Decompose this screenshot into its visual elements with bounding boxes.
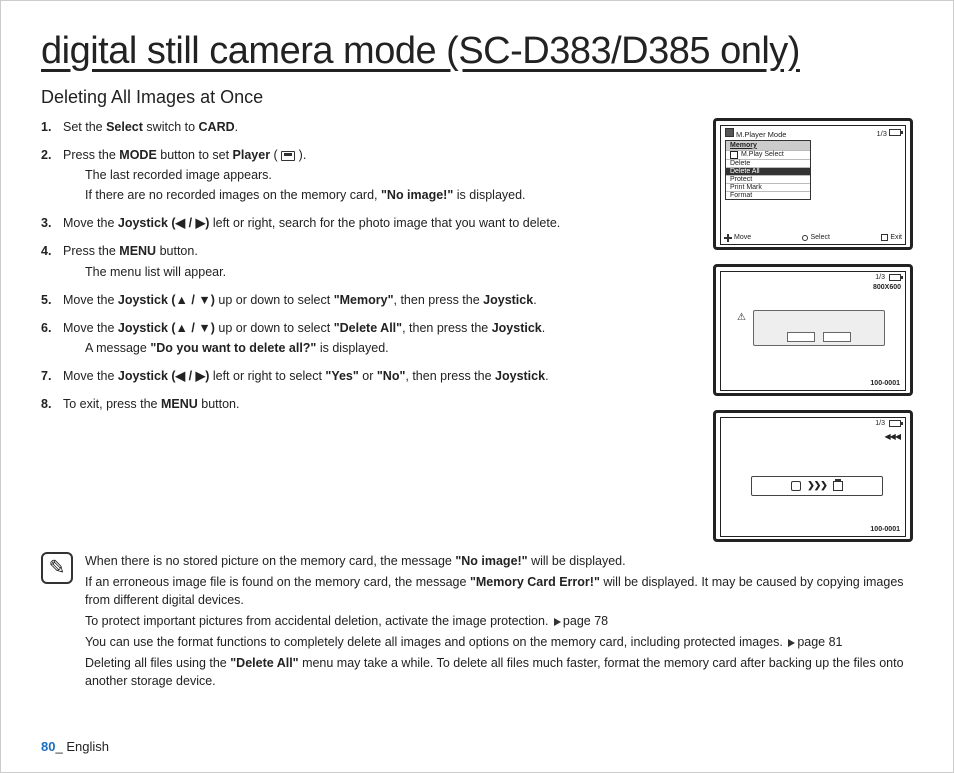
steps-list: Set the Select switch to CARD. Press the… (41, 118, 695, 414)
note-3: To protect important pictures from accid… (85, 612, 913, 631)
step-8: To exit, press the MENU button. (41, 395, 695, 413)
menu-item-delete: Delete (726, 159, 810, 167)
step-2-note-a: The last recorded image appears. (63, 166, 695, 184)
section-subtitle: Deleting All Images at Once (41, 87, 913, 108)
page-footer: 80_ English (41, 739, 109, 754)
menu-item-printmark: Print Mark (726, 183, 810, 191)
progress-box: ❯❯❯ (751, 476, 883, 496)
lcd-preview-progress: 1/3 ◀◀◀ ❯❯❯ 100-0001 (713, 410, 913, 542)
menu-title: Memory (726, 141, 810, 150)
step-1: Set the Select switch to CARD. (41, 118, 695, 136)
note-5: Deleting all files using the "Delete All… (85, 654, 913, 692)
dialog-btn-no (823, 332, 851, 342)
rewind-icon: ◀◀◀ (885, 432, 900, 441)
step-3: Move the Joystick (◀ / ▶) left or right,… (41, 214, 695, 232)
image-id-label: 100-0001 (870, 380, 900, 387)
step-4-note: The menu list will appear. (63, 263, 695, 281)
battery-icon (889, 420, 901, 427)
step-5: Move the Joystick (▲ / ▼) up or down to … (41, 291, 695, 309)
note-4: You can use the format functions to comp… (85, 633, 913, 652)
notes-section: When there is no stored picture on the m… (41, 552, 913, 693)
exit-icon (881, 234, 888, 241)
progress-chevrons-icon: ❯❯❯ (807, 480, 827, 491)
step-2: Press the MODE button to set Player ( ).… (41, 146, 695, 204)
menu-item-delete-all: Delete All (726, 167, 810, 175)
select-icon (802, 235, 808, 241)
menu-item-mplay: M.Play Select (726, 150, 810, 159)
step-2-note-b: If there are no recorded images on the m… (63, 186, 695, 204)
lcd-previews-column: M.Player Mode 1/3 Memory M.Play Select D… (713, 118, 913, 542)
image-id-label: 100-0001 (870, 526, 900, 533)
note-1: When there is no stored picture on the m… (85, 552, 913, 571)
menu-item-format: Format (726, 191, 810, 199)
player-icon (281, 151, 295, 161)
confirm-dialog (753, 310, 885, 346)
instructions-column: Set the Select switch to CARD. Press the… (41, 118, 695, 542)
step-6: Move the Joystick (▲ / ▼) up or down to … (41, 319, 695, 357)
player-mode-icon (725, 128, 734, 137)
trash-icon (833, 481, 843, 491)
page-title: digital still camera mode (SC-D383/D385 … (41, 31, 913, 73)
lcd-preview-menu: M.Player Mode 1/3 Memory M.Play Select D… (713, 118, 913, 250)
step-4: Press the MENU button. The menu list wil… (41, 242, 695, 280)
page-ref-arrow-icon (554, 618, 561, 626)
note-icon (41, 552, 73, 584)
menu-item-protect: Protect (726, 175, 810, 183)
resolution-label: 800X600 (873, 284, 901, 291)
move-icon (724, 234, 732, 242)
battery-icon (889, 129, 901, 136)
lock-icon (791, 481, 801, 491)
lcd-preview-confirm: 1/3 800X600 ⚠ 100-0001 (713, 264, 913, 396)
step-7: Move the Joystick (◀ / ▶) left or right … (41, 367, 695, 385)
step-6-note: A message "Do you want to delete all?" i… (63, 339, 695, 357)
battery-icon (889, 274, 901, 281)
memory-menu: Memory M.Play Select Delete Delete All P… (725, 140, 811, 200)
warning-icon: ⚠ (737, 312, 746, 323)
page-ref-arrow-icon (788, 639, 795, 647)
dialog-btn-yes (787, 332, 815, 342)
note-2: If an erroneous image file is found on t… (85, 573, 913, 611)
